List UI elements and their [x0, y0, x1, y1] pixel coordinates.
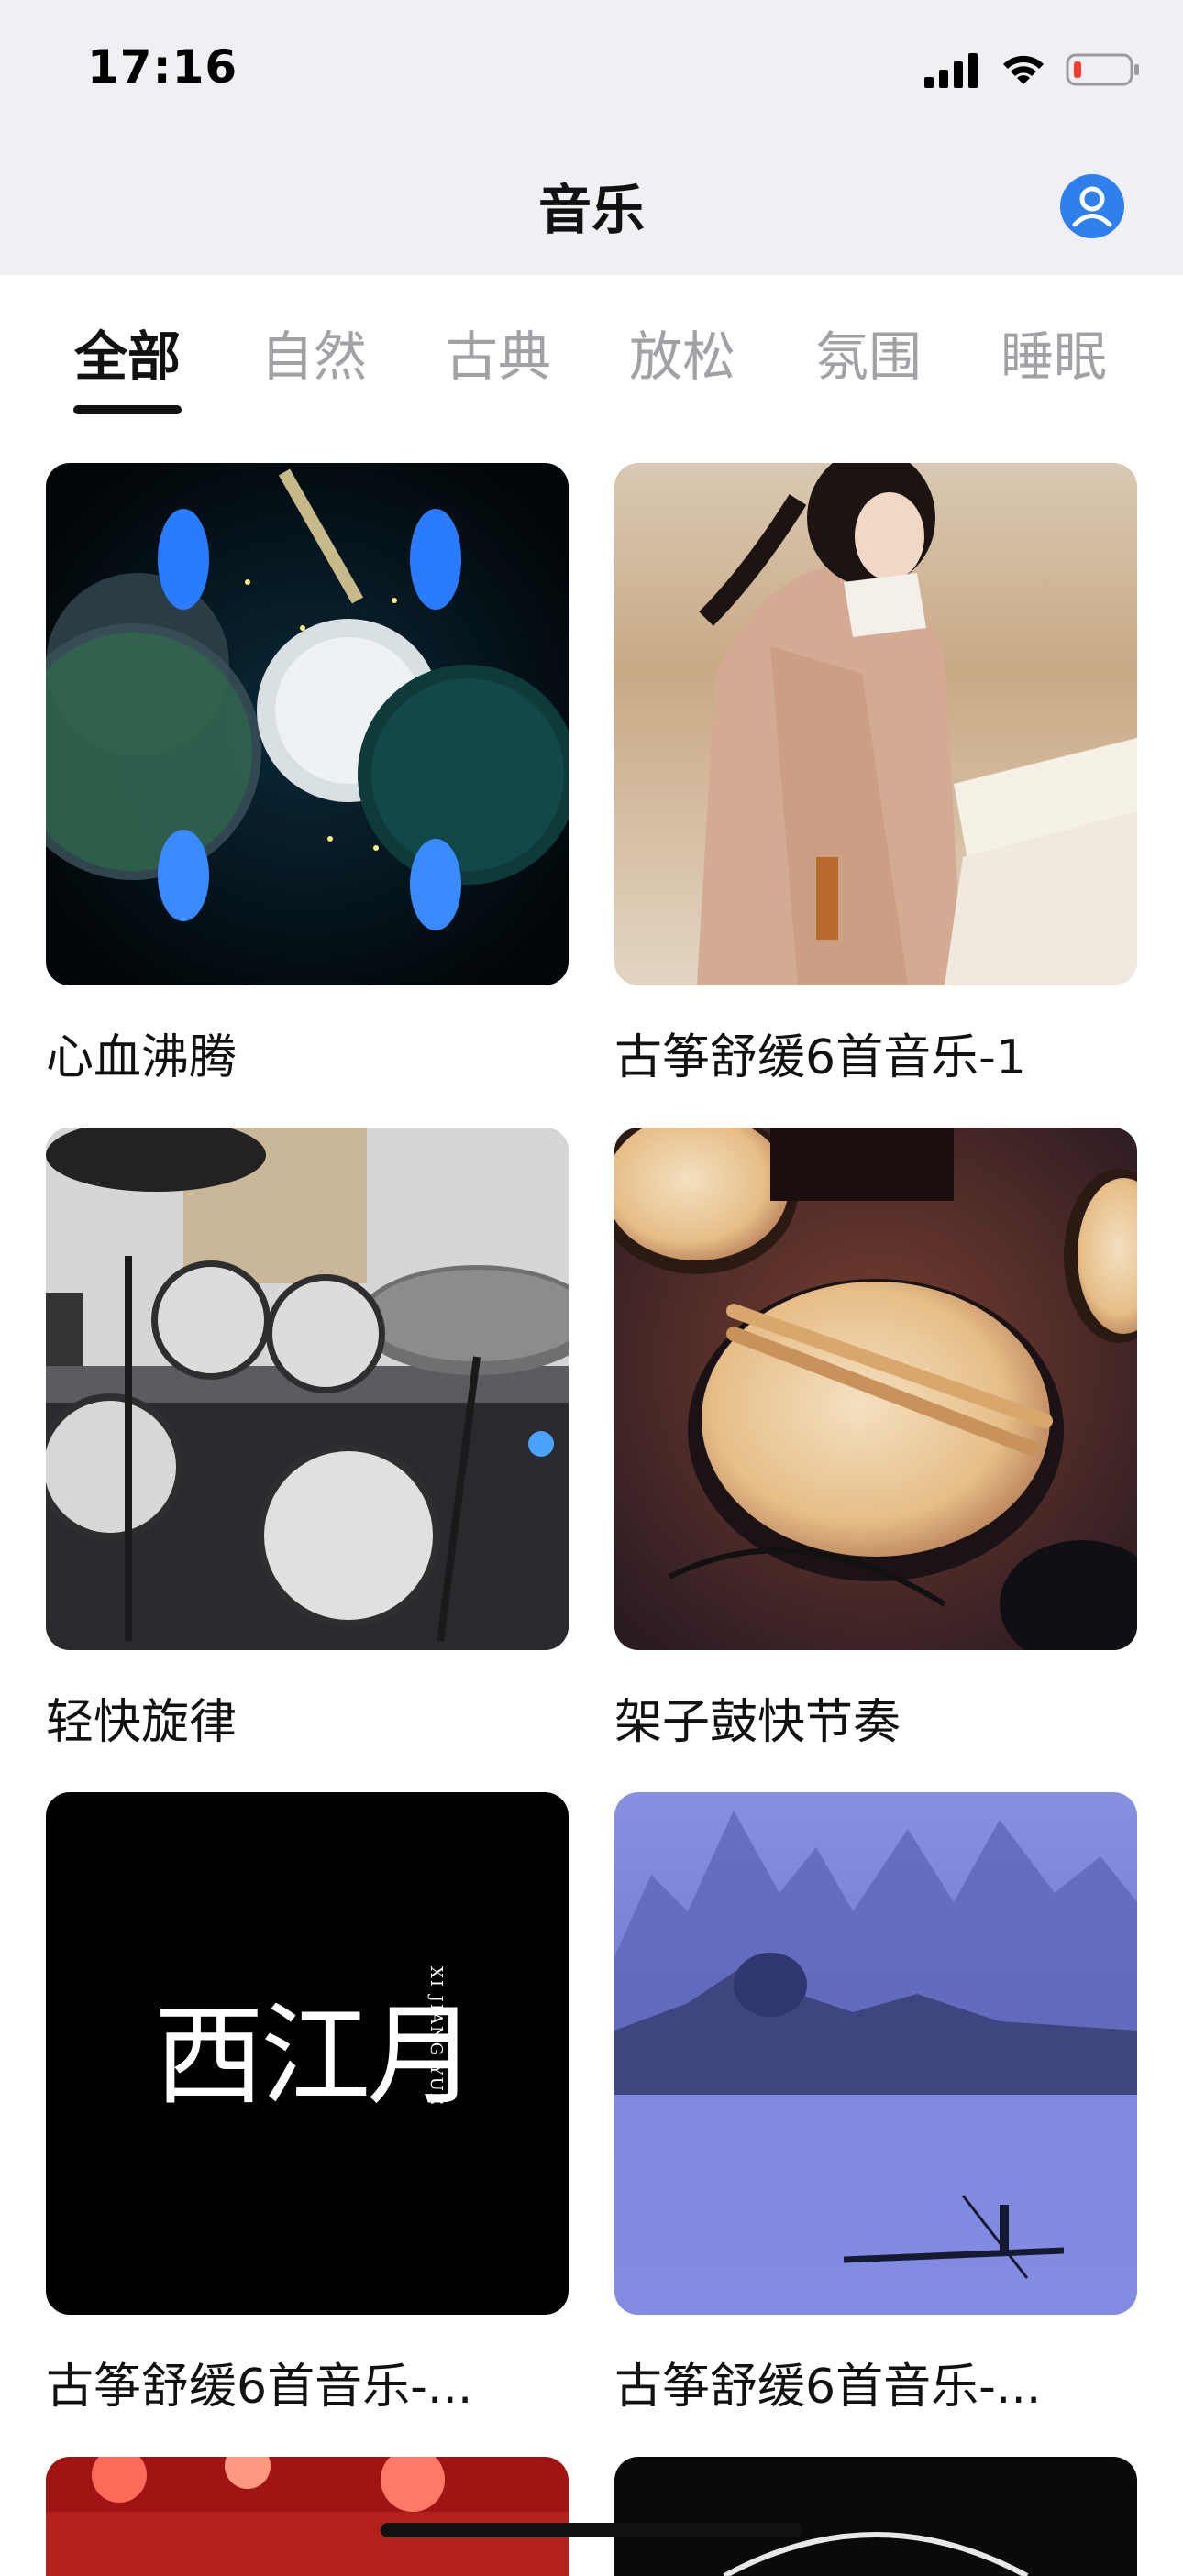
header: 17:16 音乐	[0, 0, 1183, 275]
tab-relax[interactable]: 放松	[618, 314, 746, 391]
music-card[interactable]: 架子鼓快节奏	[614, 1128, 1137, 1752]
profile-button[interactable]	[1060, 174, 1124, 238]
album-cover: 西江月 XI JIANG YUE	[46, 1792, 569, 2315]
tab-all[interactable]: 全部	[63, 314, 192, 391]
card-title: 轻快旋律	[46, 1695, 238, 1750]
status-icons	[924, 51, 1141, 92]
card-title: 架子鼓快节奏	[614, 1695, 901, 1750]
album-cover	[46, 1128, 569, 1650]
user-avatar-icon	[1060, 174, 1124, 238]
battery-low-icon	[1066, 51, 1141, 92]
tab-nature[interactable]: 自然	[249, 314, 378, 391]
tab-sleep[interactable]: 睡眠	[990, 314, 1118, 391]
page-title: 音乐	[537, 179, 645, 241]
music-card[interactable]: 轻快旋律	[46, 1128, 569, 1752]
card-title: 古筝舒缓6首音乐-...	[46, 2360, 473, 2415]
music-card[interactable]: 心血沸腾	[46, 463, 569, 1087]
album-cover	[614, 463, 1137, 985]
album-art-subtitle: XI JIANG YUE	[426, 1966, 446, 2108]
album-cover	[614, 1128, 1137, 1650]
music-card[interactable]: 古筝舒缓6首音乐-...	[614, 1792, 1137, 2416]
music-card[interactable]	[614, 2457, 1137, 2576]
cellular-signal-icon	[924, 51, 981, 92]
music-card[interactable]: 西江月 XI JIANG YUE 古筝舒缓6首音乐-...	[46, 1792, 569, 2416]
status-time: 17:16	[87, 40, 238, 94]
album-art-title: 西江月	[154, 1993, 477, 2120]
card-title: 古筝舒缓6首音乐-...	[614, 2360, 1042, 2415]
album-cover	[614, 2457, 1137, 2576]
wifi-icon	[1000, 51, 1047, 92]
card-title: 心血沸腾	[46, 1030, 238, 1085]
music-card[interactable]	[46, 2457, 569, 2576]
tab-classical[interactable]: 古典	[434, 314, 562, 391]
active-tab-indicator	[73, 405, 182, 414]
music-card[interactable]: 古筝舒缓6首音乐-1	[614, 463, 1137, 1087]
home-indicator[interactable]	[381, 2523, 802, 2537]
album-cover	[46, 2457, 569, 2576]
card-title: 古筝舒缓6首音乐-1	[614, 1030, 1026, 1085]
album-cover	[46, 463, 569, 985]
category-tabs: 全部 自然 古典 放松 氛围 睡眠	[0, 275, 1183, 422]
album-cover	[614, 1792, 1137, 2315]
status-bar: 17:16	[0, 0, 1183, 138]
tab-ambience[interactable]: 氛围	[804, 314, 933, 391]
